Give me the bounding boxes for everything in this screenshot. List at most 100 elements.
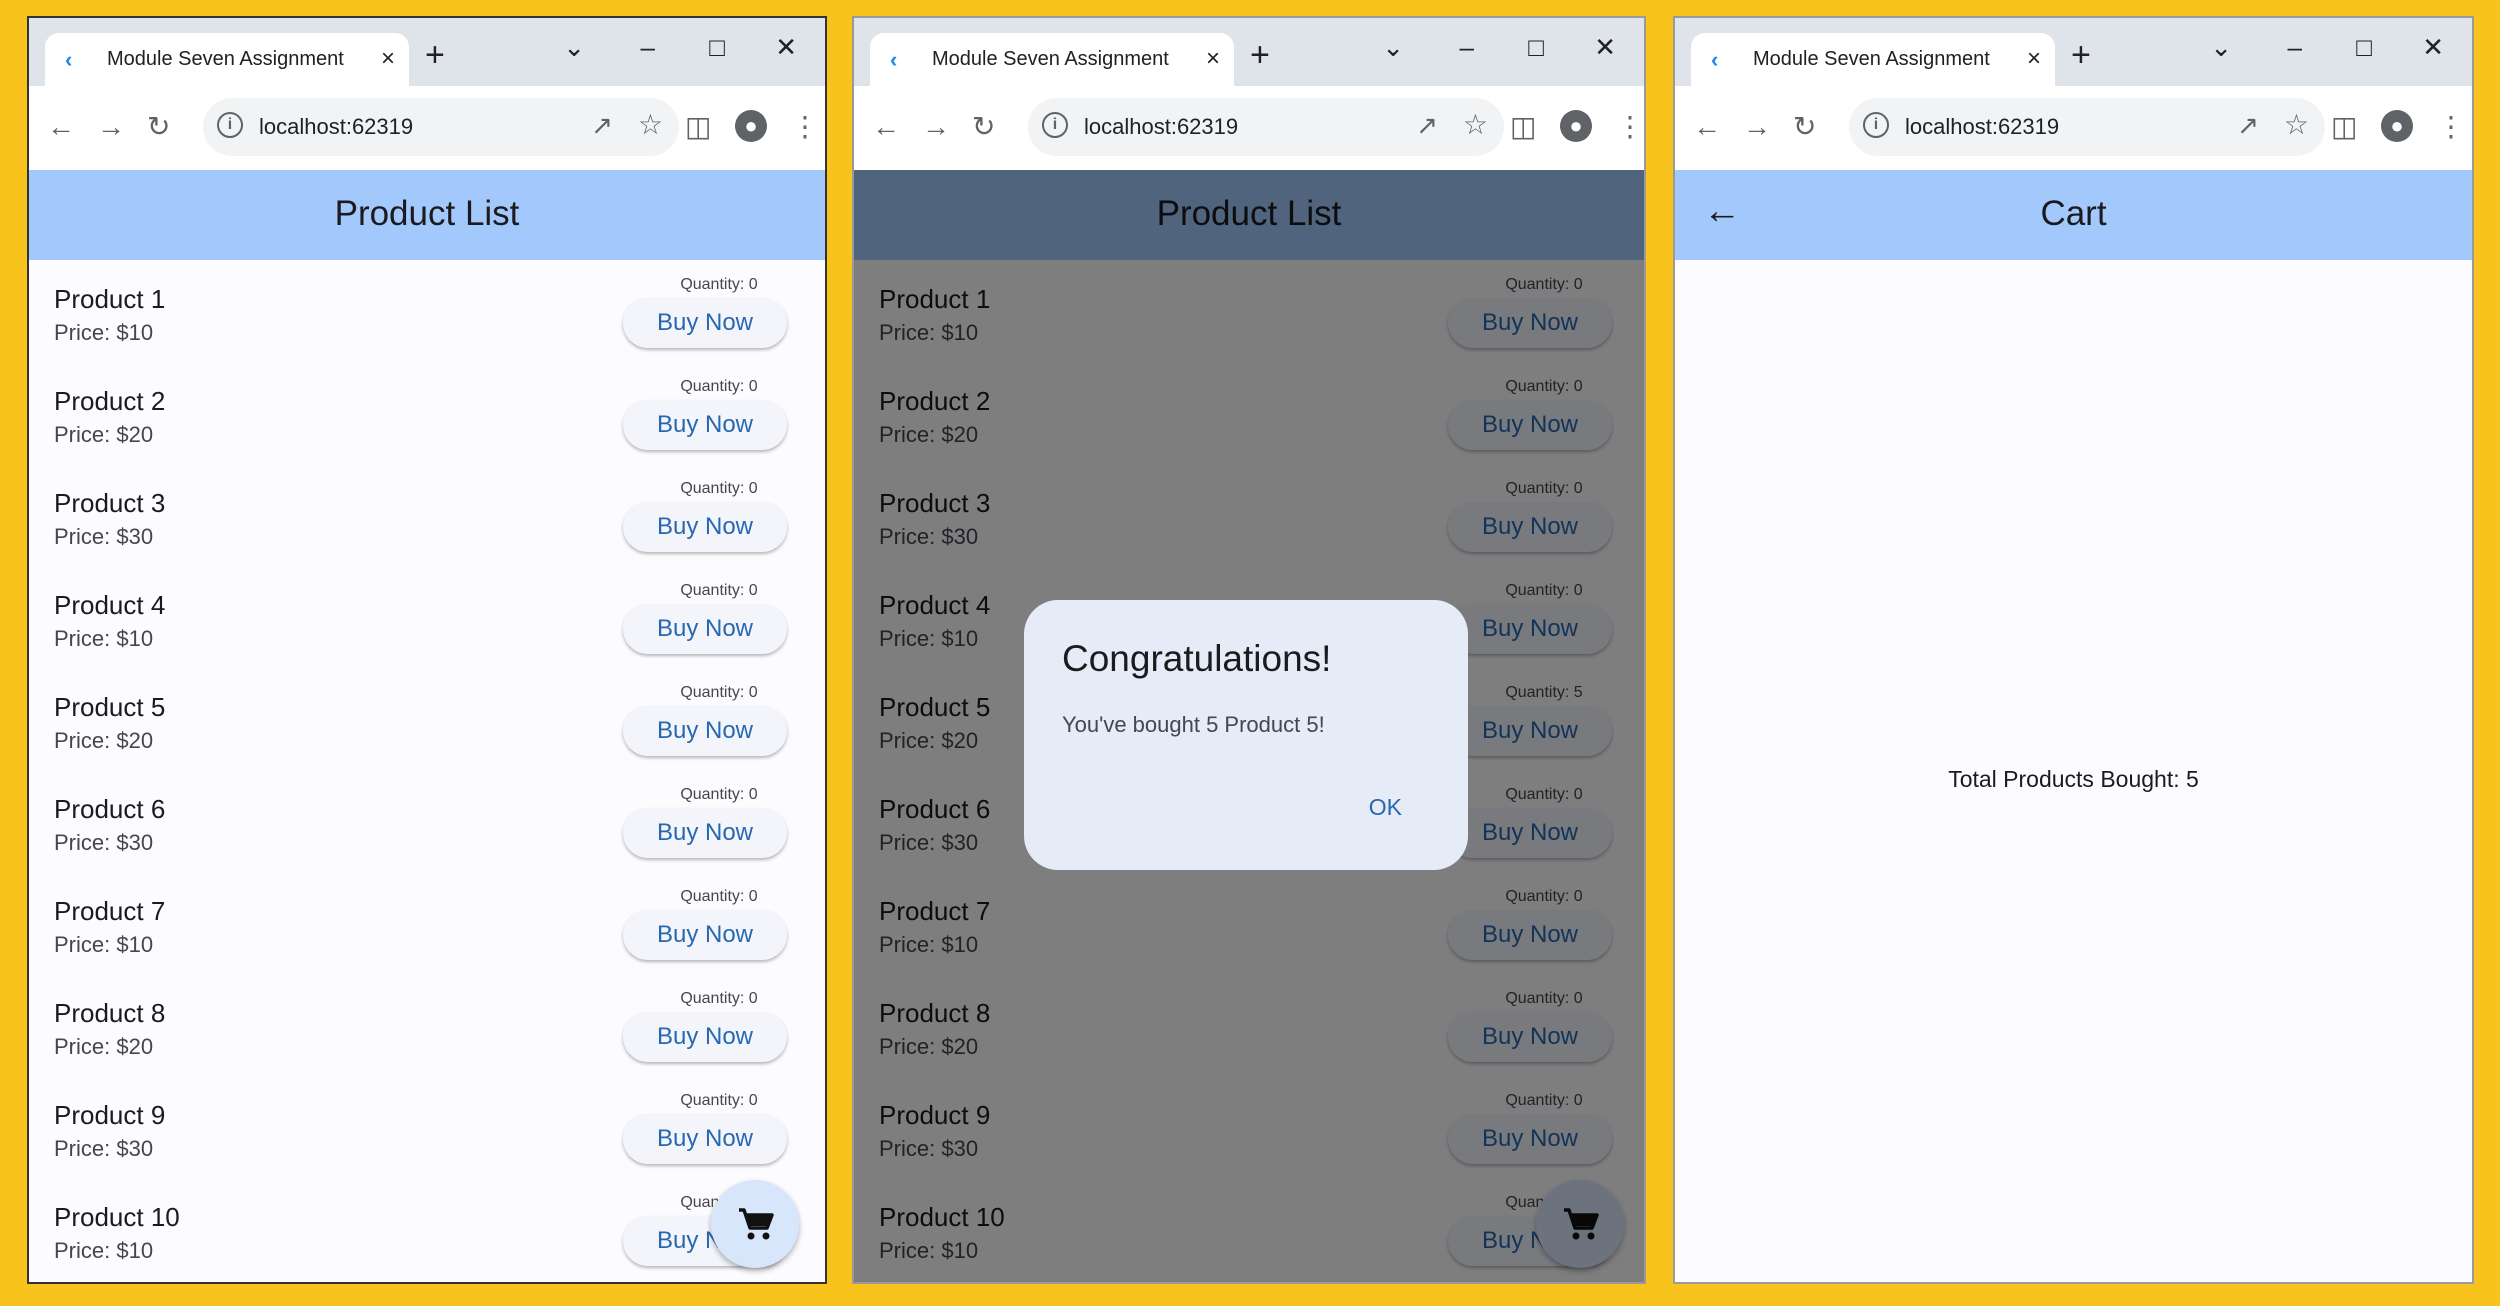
product-row: Product 5 Price: $20 Quantity: 0 Buy Now	[29, 668, 825, 770]
side-panel-icon[interactable]: ◫	[685, 110, 711, 144]
address-bar[interactable]: i localhost:62319 ↗ ☆	[1849, 98, 2325, 156]
buy-now-button[interactable]: Buy Now	[623, 1114, 787, 1164]
product-name: Product 5	[54, 692, 166, 722]
bookmark-star-icon[interactable]: ☆	[1463, 108, 1488, 141]
app-content: Product List Product 1 Price: $10 Quantity…	[29, 170, 825, 1282]
browser-tab[interactable]: ‹ Module Seven Assignment ×	[45, 33, 409, 86]
product-row: Product 7 Price: $10 Quantity: 0 Buy Now	[29, 872, 825, 974]
bookmark-star-icon[interactable]: ☆	[2284, 108, 2309, 141]
tab-close-icon[interactable]: ×	[1206, 45, 1220, 73]
new-tab-button[interactable]: +	[2071, 38, 2091, 72]
app-content: ← Cart Total Products Bought: 5	[1675, 170, 2472, 1282]
flutter-favicon-icon: ‹	[890, 47, 898, 72]
maximize-button[interactable]: □	[709, 32, 725, 62]
product-price: Price: $30	[54, 830, 154, 855]
tab-title: Module Seven Assignment	[932, 48, 1169, 70]
product-price: Price: $20	[54, 728, 154, 753]
side-panel-icon[interactable]: ◫	[1510, 110, 1536, 144]
tab-search-icon[interactable]: ⌄	[2210, 32, 2232, 62]
menu-icon[interactable]: ⋮	[1616, 110, 1644, 144]
buy-now-button[interactable]: Buy Now	[623, 604, 787, 654]
site-info-icon[interactable]: i	[1042, 112, 1068, 138]
browser-toolbar: ← → ↻ i localhost:62319 ↗ ☆ ◫ ● ⋮	[29, 86, 825, 171]
side-panel-icon[interactable]: ◫	[2331, 110, 2357, 144]
product-name: Product 6	[54, 794, 166, 824]
product-quantity: Quantity: 0	[680, 582, 758, 599]
site-info-icon[interactable]: i	[1863, 112, 1889, 138]
address-bar[interactable]: i localhost:62319 ↗ ☆	[203, 98, 679, 156]
minimize-button[interactable]: –	[641, 32, 655, 62]
minimize-button[interactable]: –	[1460, 32, 1474, 62]
product-quantity: Quantity: 0	[680, 378, 758, 395]
bookmark-star-icon[interactable]: ☆	[638, 108, 663, 141]
reload-icon[interactable]: ↻	[147, 110, 170, 144]
product-row: Product 2 Price: $20 Quantity: 0 Buy Now	[29, 362, 825, 464]
product-price: Price: $10	[54, 320, 154, 345]
shopping-cart-icon	[739, 1208, 774, 1240]
back-icon[interactable]: ←	[872, 110, 900, 144]
close-window-button[interactable]: ✕	[1594, 32, 1616, 62]
buy-now-button[interactable]: Buy Now	[623, 400, 787, 450]
browser-window-dialog: ‹ Module Seven Assignment × + ⌄ – □ ✕ ← …	[852, 16, 1646, 1284]
menu-icon[interactable]: ⋮	[791, 110, 819, 144]
product-quantity: Quantity: 0	[680, 888, 758, 905]
tab-title: Module Seven Assignment	[1753, 48, 1990, 70]
menu-icon[interactable]: ⋮	[2437, 110, 2465, 144]
tab-search-icon[interactable]: ⌄	[563, 32, 585, 62]
maximize-button[interactable]: □	[1528, 32, 1544, 62]
back-icon[interactable]: ←	[1693, 110, 1721, 144]
browser-window-cart: ‹ Module Seven Assignment × + ⌄ – □ ✕ ← …	[1673, 16, 2474, 1284]
minimize-button[interactable]: –	[2288, 32, 2302, 62]
maximize-button[interactable]: □	[2356, 32, 2372, 62]
new-tab-button[interactable]: +	[1250, 38, 1270, 72]
close-window-button[interactable]: ✕	[2422, 32, 2444, 62]
product-name: Product 10	[54, 1202, 180, 1232]
product-name: Product 9	[54, 1100, 166, 1130]
forward-icon[interactable]: →	[922, 110, 950, 144]
buy-now-button[interactable]: Buy Now	[623, 1012, 787, 1062]
product-quantity: Quantity: 0	[680, 1092, 758, 1109]
product-price: Price: $20	[54, 1034, 154, 1059]
back-icon[interactable]: ←	[47, 110, 75, 144]
tab-close-icon[interactable]: ×	[381, 45, 395, 73]
share-icon[interactable]: ↗	[2237, 110, 2259, 141]
forward-icon[interactable]: →	[97, 110, 125, 144]
app-content: Product List Product 1Price: $10Quantity…	[854, 170, 1644, 1282]
share-icon[interactable]: ↗	[591, 110, 613, 141]
forward-icon[interactable]: →	[1743, 110, 1771, 144]
tab-close-icon[interactable]: ×	[2027, 45, 2041, 73]
product-row: Product 3 Price: $30 Quantity: 0 Buy Now	[29, 464, 825, 566]
app-bar: Product List	[29, 170, 825, 260]
close-window-button[interactable]: ✕	[775, 32, 797, 62]
new-tab-button[interactable]: +	[425, 38, 445, 72]
buy-now-button[interactable]: Buy Now	[623, 808, 787, 858]
buy-now-button[interactable]: Buy Now	[623, 502, 787, 552]
buy-now-button[interactable]: Buy Now	[623, 910, 787, 960]
buy-now-button[interactable]: Buy Now	[623, 298, 787, 348]
share-icon[interactable]: ↗	[1416, 110, 1438, 141]
tab-search-icon[interactable]: ⌄	[1382, 32, 1404, 62]
product-price: Price: $10	[54, 932, 154, 957]
url-text: localhost:62319	[1905, 114, 2060, 139]
product-quantity: Quantity: 0	[680, 990, 758, 1007]
buy-now-button[interactable]: Buy Now	[623, 706, 787, 756]
reload-icon[interactable]: ↻	[972, 110, 995, 144]
profile-icon[interactable]: ●	[1560, 110, 1592, 142]
profile-icon[interactable]: ●	[735, 110, 767, 142]
page-title: Cart	[2040, 194, 2107, 233]
site-info-icon[interactable]: i	[217, 112, 243, 138]
cart-fab[interactable]	[711, 1180, 799, 1268]
tab-strip: ‹ Module Seven Assignment × + ⌄ – □ ✕	[1675, 18, 2472, 86]
product-name: Product 1	[54, 284, 166, 314]
profile-icon[interactable]: ●	[2381, 110, 2413, 142]
ok-button[interactable]: OK	[1369, 794, 1402, 821]
product-row: Product 1 Price: $10 Quantity: 0 Buy Now	[29, 260, 825, 362]
browser-window-product-list: ‹ Module Seven Assignment × + ⌄ – □ ✕ ← …	[27, 16, 827, 1284]
purchase-dialog: Congratulations! You've bought 5 Product…	[1024, 600, 1468, 870]
product-quantity: Quantity: 0	[680, 276, 758, 293]
browser-tab[interactable]: ‹ Module Seven Assignment ×	[870, 33, 1234, 86]
browser-tab[interactable]: ‹ Module Seven Assignment ×	[1691, 33, 2055, 86]
address-bar[interactable]: i localhost:62319 ↗ ☆	[1028, 98, 1504, 156]
reload-icon[interactable]: ↻	[1793, 110, 1816, 144]
url-text: localhost:62319	[1084, 114, 1239, 139]
